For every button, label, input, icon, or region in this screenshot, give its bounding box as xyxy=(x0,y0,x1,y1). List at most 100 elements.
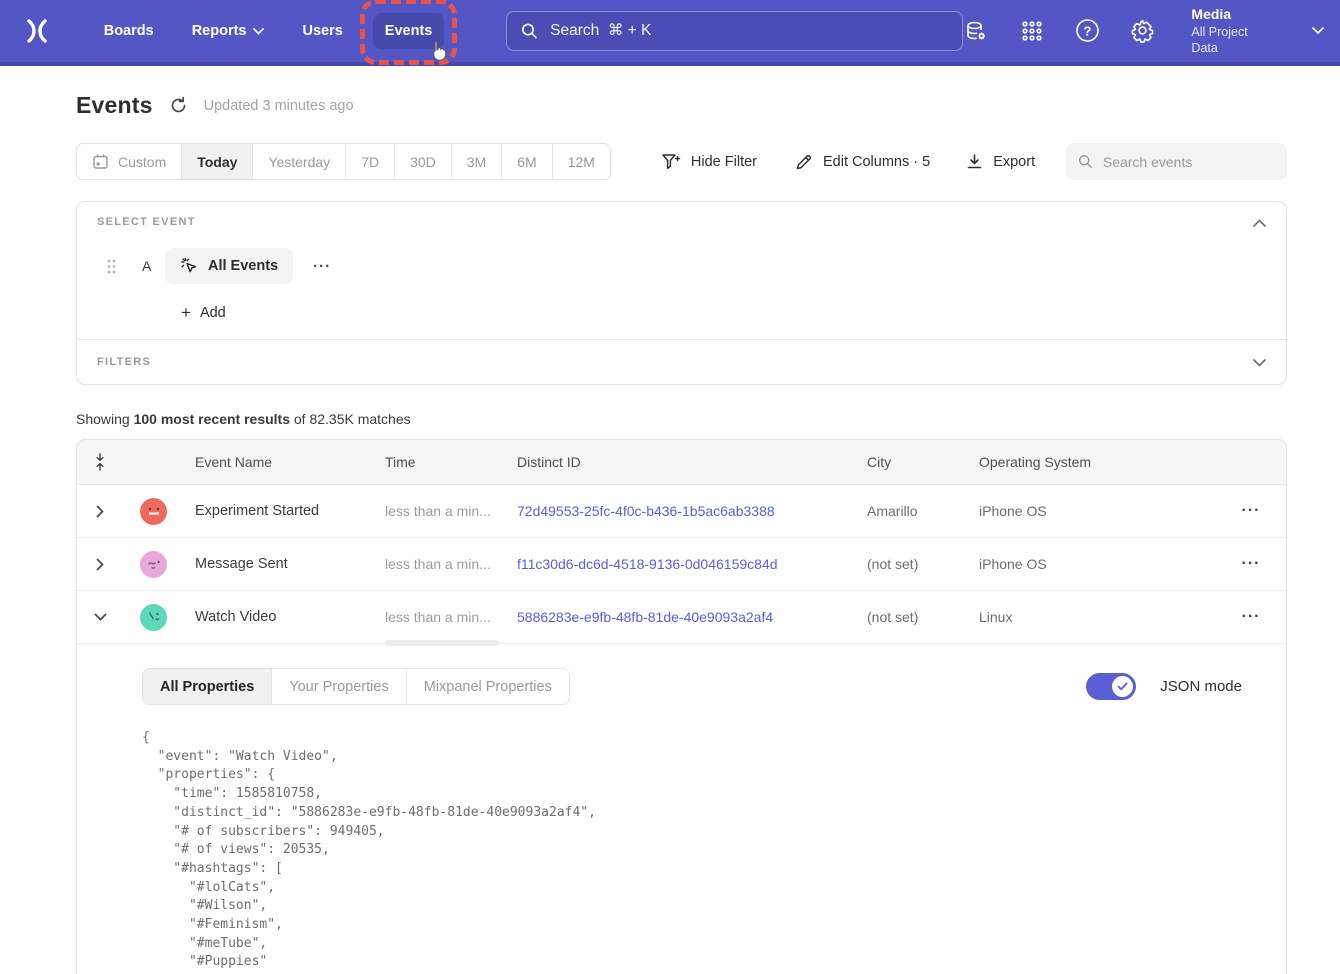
nav-item-label: Boards xyxy=(104,23,154,39)
cell-event-name: Message Sent xyxy=(195,556,385,572)
main-content: Events Updated 3 minutes ago Custom Toda… xyxy=(0,92,1340,974)
page-title: Events xyxy=(76,92,153,119)
horizontal-scrollbar-thumb[interactable] xyxy=(385,640,499,646)
cell-distinct-id-link[interactable]: 72d49553-25fc-4f0c-b436-1b5ac6ab3388 xyxy=(517,503,867,519)
nav-events-wrapper: Events xyxy=(373,13,445,49)
tab-mixpanel-properties[interactable]: Mixpanel Properties xyxy=(406,669,569,704)
json-mode-control: JSON mode xyxy=(1086,673,1262,700)
date-range-30d[interactable]: 30D xyxy=(394,144,451,179)
tab-your-properties[interactable]: Your Properties xyxy=(271,669,405,704)
cell-os: iPhone OS xyxy=(979,503,1216,519)
nav-item-reports[interactable]: Reports xyxy=(180,13,277,49)
project-chevron-down-icon[interactable] xyxy=(1312,22,1324,40)
plus-icon: + xyxy=(181,304,191,321)
results-prefix: Showing xyxy=(76,411,134,427)
search-icon xyxy=(1078,153,1093,170)
date-range-today[interactable]: Today xyxy=(181,144,252,179)
column-header-event-name[interactable]: Event Name xyxy=(195,454,385,470)
export-button[interactable]: Export xyxy=(966,153,1035,170)
project-name: Media xyxy=(1191,5,1276,24)
expand-row-chevron-right-icon[interactable] xyxy=(96,558,104,571)
search-icon xyxy=(521,22,538,40)
help-icon[interactable]: ? xyxy=(1074,18,1100,44)
date-range-label: 6M xyxy=(517,154,536,170)
nav-item-label: Reports xyxy=(192,23,247,39)
table-row[interactable]: Message Sent less than a min... f11c30d6… xyxy=(77,538,1286,591)
toggle-knob xyxy=(1112,676,1133,697)
event-series-letter: A xyxy=(142,258,154,274)
results-summary: Showing 100 most recent results of 82.35… xyxy=(76,411,1287,427)
event-selector-button[interactable]: All Events xyxy=(165,248,293,284)
hide-filter-button[interactable]: Hide Filter xyxy=(661,153,757,171)
select-event-label: SELECT EVENT xyxy=(97,216,1266,228)
event-json-viewer[interactable]: { "event": "Watch Video", "properties": … xyxy=(142,729,1262,974)
column-header-operating-system[interactable]: Operating System xyxy=(979,454,1216,470)
date-range-custom[interactable]: Custom xyxy=(77,144,181,179)
mixpanel-logo[interactable] xyxy=(20,14,54,48)
table-row-expanded[interactable]: Watch Video less than a min... 5886283e-… xyxy=(77,591,1286,644)
date-range-label: Custom xyxy=(118,154,166,170)
filters-label: FILTERS xyxy=(97,356,1266,368)
row-more-button[interactable]: ··· xyxy=(1234,551,1269,577)
date-range-7d[interactable]: 7D xyxy=(345,144,394,179)
cell-city: Amarillo xyxy=(867,503,979,519)
filters-section: FILTERS xyxy=(77,339,1286,384)
column-header-city[interactable]: City xyxy=(867,454,979,470)
event-more-button[interactable]: ··· xyxy=(307,254,337,279)
nav-item-users[interactable]: Users xyxy=(290,13,354,49)
navbar-right: ? Media All Project Data xyxy=(963,5,1324,58)
collapse-section-chevron-up-icon[interactable] xyxy=(1253,214,1266,232)
expand-filters-chevron-down-icon[interactable] xyxy=(1253,354,1266,372)
cell-time: less than a min... xyxy=(385,609,517,625)
hide-filter-label: Hide Filter xyxy=(691,154,757,170)
tab-all-properties[interactable]: All Properties xyxy=(143,669,271,704)
search-events-input[interactable] xyxy=(1103,154,1275,170)
nav-item-label: Users xyxy=(302,23,342,39)
global-search-input[interactable] xyxy=(550,22,948,40)
date-range-label: Today xyxy=(197,154,237,170)
check-icon xyxy=(1117,682,1128,691)
row-more-button[interactable]: ··· xyxy=(1234,604,1269,630)
date-range-3m[interactable]: 3M xyxy=(451,144,501,179)
add-event-button[interactable]: + Add xyxy=(181,304,226,321)
collapse-all-rows-icon[interactable] xyxy=(94,453,106,471)
settings-gear-icon[interactable] xyxy=(1130,18,1156,44)
cell-distinct-id-link[interactable]: f11c30d6-dc6d-4518-9136-0d046159c84d xyxy=(517,556,867,572)
project-selector[interactable]: Media All Project Data xyxy=(1191,5,1276,58)
edit-columns-button[interactable]: Edit Columns · 5 xyxy=(795,153,930,171)
event-detail-panel: All Properties Your Properties Mixpanel … xyxy=(77,644,1286,974)
data-management-icon[interactable] xyxy=(963,18,989,44)
query-builder-panel: SELECT EVENT A A xyxy=(76,201,1287,385)
search-events-box[interactable] xyxy=(1066,143,1287,180)
date-range-yesterday[interactable]: Yesterday xyxy=(252,144,345,179)
global-search[interactable] xyxy=(506,11,962,51)
nav-item-boards[interactable]: Boards xyxy=(92,13,166,49)
properties-tabs: All Properties Your Properties Mixpanel … xyxy=(142,668,570,705)
cell-os: iPhone OS xyxy=(979,556,1216,572)
collapse-row-chevron-down-icon[interactable] xyxy=(94,613,107,621)
cell-distinct-id-link[interactable]: 5886283e-e9fb-48fb-81de-40e9093a2af4 xyxy=(517,609,867,625)
cell-time: less than a min... xyxy=(385,503,517,519)
event-avatar xyxy=(140,498,167,525)
apps-grid-icon[interactable] xyxy=(1019,18,1045,44)
date-range-label: Yesterday xyxy=(268,154,330,170)
event-query-row: A All Events ··· xyxy=(97,248,1266,284)
event-avatar xyxy=(140,604,167,631)
toolbar: Custom Today Yesterday 7D 30D 3M 6M 12M … xyxy=(76,143,1287,180)
cell-time: less than a min... xyxy=(385,556,517,572)
drag-handle-icon[interactable] xyxy=(107,259,116,274)
date-range-12m[interactable]: 12M xyxy=(552,144,610,179)
expand-row-chevron-right-icon[interactable] xyxy=(96,505,104,518)
table-row[interactable]: Experiment Started less than a min... 72… xyxy=(77,485,1286,538)
date-range-6m[interactable]: 6M xyxy=(501,144,551,179)
events-table: Event Name Time Distinct ID City Operati… xyxy=(76,439,1287,974)
column-header-distinct-id[interactable]: Distinct ID xyxy=(517,454,867,470)
json-mode-toggle[interactable] xyxy=(1086,673,1136,700)
hand-cursor-icon xyxy=(428,40,448,67)
column-header-time[interactable]: Time xyxy=(385,454,517,470)
row-more-button[interactable]: ··· xyxy=(1234,498,1269,524)
json-mode-label: JSON mode xyxy=(1160,678,1242,695)
selected-event-name: All Events xyxy=(208,258,278,274)
refresh-icon[interactable] xyxy=(169,96,188,115)
date-range-label: 3M xyxy=(467,154,486,170)
